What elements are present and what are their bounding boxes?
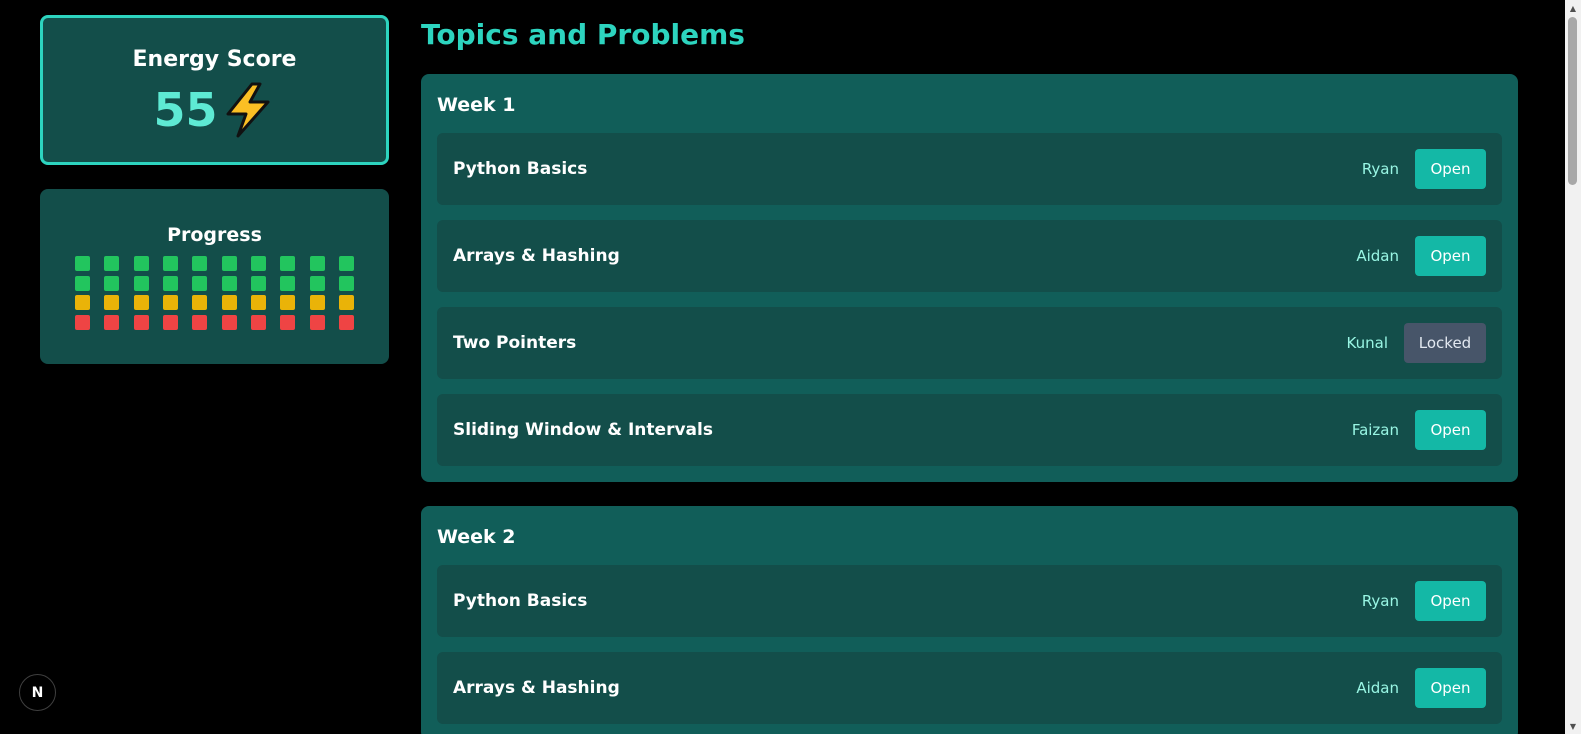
progress-cell-green <box>104 275 120 291</box>
progress-cell-red <box>104 314 120 330</box>
progress-cell-green <box>338 275 354 291</box>
progress-cell-red <box>309 314 325 330</box>
topic-owner: Faizan <box>1351 421 1399 439</box>
progress-cell-green <box>250 256 266 271</box>
progress-cell-green <box>163 256 179 271</box>
scroll-up-arrow-icon[interactable]: ▲ <box>1565 0 1581 16</box>
topic-row: Python Basics Ryan Open <box>437 565 1502 637</box>
topic-actions: Kunal Locked <box>1347 323 1486 363</box>
energy-score-row: 55 <box>153 82 275 138</box>
open-button[interactable]: Open <box>1415 236 1486 276</box>
progress-cell-red <box>250 314 266 330</box>
progress-cell-yellow <box>309 295 325 310</box>
energy-score-title: Energy Score <box>132 47 297 72</box>
progress-cell-red <box>221 314 237 330</box>
progress-cell-red <box>133 314 149 330</box>
progress-cell-green <box>75 275 91 291</box>
progress-cell-yellow <box>192 295 208 310</box>
topic-row: Two Pointers Kunal Locked <box>437 307 1502 379</box>
topic-actions: Faizan Open <box>1352 410 1486 450</box>
topic-owner: Ryan <box>1361 160 1399 178</box>
progress-cell-green <box>192 275 208 291</box>
topic-name: Arrays & Hashing <box>453 246 620 266</box>
progress-cell-red <box>280 314 296 330</box>
energy-score-value: 55 <box>153 83 218 137</box>
progress-cell-yellow <box>163 295 179 310</box>
locked-button: Locked <box>1404 323 1486 363</box>
progress-cell-red <box>163 314 179 330</box>
scrollbar-thumb[interactable] <box>1568 17 1577 185</box>
week-title: Week 2 <box>437 526 516 548</box>
topic-row: Arrays & Hashing Aidan Open <box>437 652 1502 724</box>
topic-actions: Ryan Open <box>1362 149 1486 189</box>
page-title: Topics and Problems <box>421 18 745 51</box>
open-button[interactable]: Open <box>1415 149 1486 189</box>
topic-name: Arrays & Hashing <box>453 678 620 698</box>
progress-cell-yellow <box>104 295 120 310</box>
progress-cell-green <box>163 275 179 291</box>
progress-cell-green <box>250 275 266 291</box>
progress-cell-red <box>75 314 91 330</box>
progress-cell-yellow <box>133 295 149 310</box>
main-content: Topics and Problems Week 1 Python Basics… <box>421 0 1518 734</box>
energy-score-card: Energy Score 55 <box>40 15 389 165</box>
week-card: Week 1 Python Basics Ryan Open Arrays & … <box>421 74 1518 482</box>
topic-owner: Kunal <box>1346 334 1388 352</box>
progress-card: Progress <box>40 189 389 364</box>
progress-cell-green <box>133 256 149 271</box>
vertical-scrollbar[interactable]: ▲ ▼ <box>1565 0 1581 734</box>
progress-cell-red <box>192 314 208 330</box>
progress-cell-green <box>280 275 296 291</box>
topic-owner: Ryan <box>1361 592 1399 610</box>
open-button[interactable]: Open <box>1415 581 1486 621</box>
progress-cell-green <box>192 256 208 271</box>
progress-cell-green <box>104 256 120 271</box>
lightning-bolt-icon <box>222 82 276 138</box>
nextjs-dev-indicator[interactable]: N <box>19 674 56 711</box>
topic-actions: Ryan Open <box>1362 581 1486 621</box>
progress-cell-yellow <box>75 295 91 310</box>
topic-row: Python Basics Ryan Open <box>437 133 1502 205</box>
progress-cell-green <box>221 275 237 291</box>
week-title: Week 1 <box>437 94 516 116</box>
topic-owner: Aidan <box>1356 247 1399 265</box>
topic-name: Two Pointers <box>453 333 577 353</box>
sidebar: Energy Score 55 Progress <box>40 15 389 364</box>
progress-cell-green <box>133 275 149 291</box>
progress-cell-green <box>280 256 296 271</box>
open-button[interactable]: Open <box>1415 668 1486 708</box>
progress-title: Progress <box>167 224 262 246</box>
topic-row: Sliding Window & Intervals Faizan Open <box>437 394 1502 466</box>
topic-name: Python Basics <box>453 159 588 179</box>
topic-name: Python Basics <box>453 591 588 611</box>
progress-cell-green <box>309 275 325 291</box>
topic-actions: Aidan Open <box>1356 668 1486 708</box>
scroll-down-arrow-icon[interactable]: ▼ <box>1565 718 1581 734</box>
progress-cell-yellow <box>338 295 354 310</box>
progress-cell-green <box>338 256 354 271</box>
open-button[interactable]: Open <box>1415 410 1486 450</box>
topic-owner: Aidan <box>1356 679 1399 697</box>
progress-grid <box>75 256 354 330</box>
nextjs-icon: N <box>31 684 44 701</box>
progress-cell-yellow <box>221 295 237 310</box>
progress-cell-green <box>75 256 91 271</box>
progress-cell-green <box>309 256 325 271</box>
week-card: Week 2 Python Basics Ryan Open Arrays & … <box>421 506 1518 734</box>
topic-actions: Aidan Open <box>1356 236 1486 276</box>
topic-name: Sliding Window & Intervals <box>453 420 713 440</box>
progress-cell-yellow <box>250 295 266 310</box>
topic-row: Arrays & Hashing Aidan Open <box>437 220 1502 292</box>
progress-cell-red <box>338 314 354 330</box>
progress-cell-yellow <box>280 295 296 310</box>
progress-cell-green <box>221 256 237 271</box>
app-page: Energy Score 55 Progress Topics and Prob… <box>0 0 1581 734</box>
